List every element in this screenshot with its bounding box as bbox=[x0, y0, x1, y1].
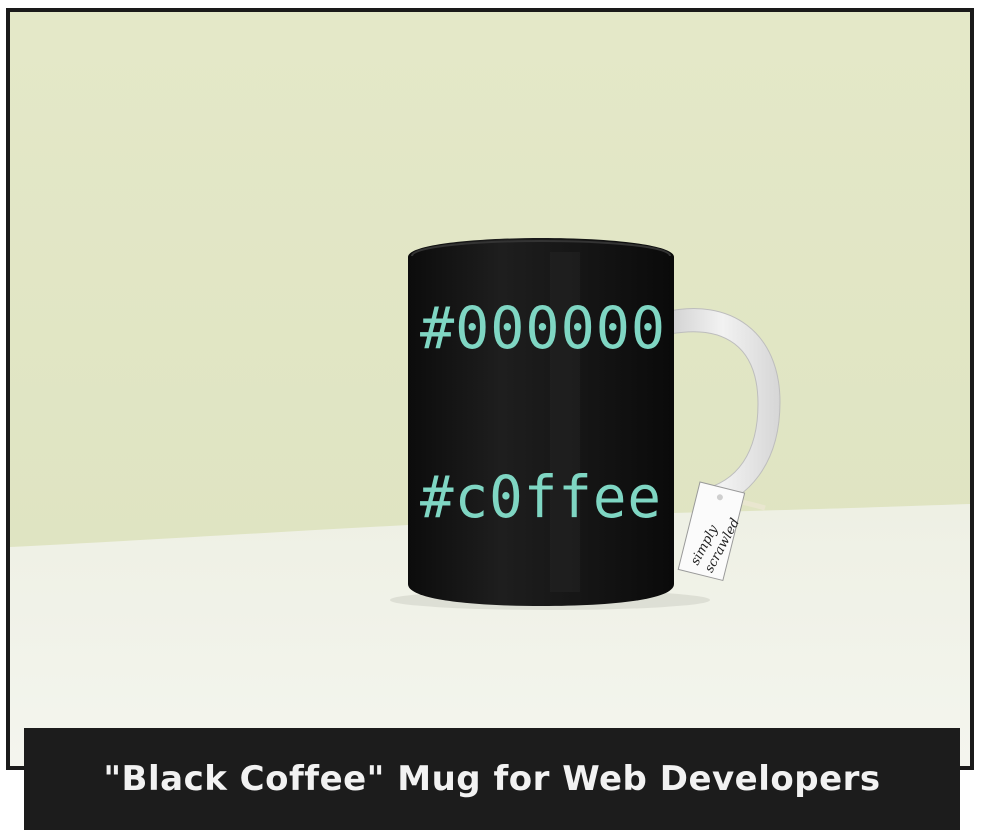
page-canvas: #000000 #c0ffee simply scrawled "Black C… bbox=[0, 0, 985, 836]
mug-photo-scene: #000000 #c0ffee simply scrawled bbox=[10, 12, 970, 766]
mug-text-hex-coffee: #c0ffee bbox=[420, 463, 662, 531]
product-photo: #000000 #c0ffee simply scrawled bbox=[6, 8, 974, 770]
caption-title: "Black Coffee" Mug for Web Developers bbox=[103, 759, 881, 799]
caption-bar: "Black Coffee" Mug for Web Developers bbox=[24, 728, 960, 830]
mug-text-hex-black: #000000 bbox=[420, 294, 666, 362]
